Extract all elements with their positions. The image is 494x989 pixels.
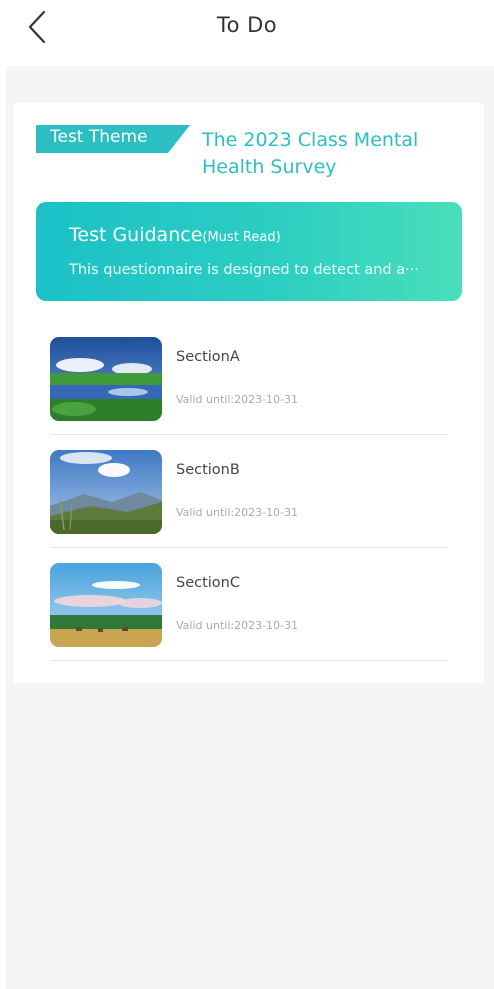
header-bar: To Do [0, 0, 494, 58]
section-valid-until: Valid until:2023-10-31 [176, 393, 299, 406]
section-valid-until: Valid until:2023-10-31 [176, 506, 299, 519]
section-name: SectionB [176, 462, 240, 478]
test-guidance-banner[interactable]: Test Guidance(Must Read) This questionna… [36, 202, 462, 301]
section-name: SectionA [176, 349, 240, 365]
section-thumbnail-mountain [50, 450, 162, 534]
page-title: To Do [216, 13, 278, 37]
theme-tag: Test Theme [36, 125, 190, 153]
list-item-section-a[interactable]: SectionA Valid until:2023-10-31 [50, 322, 448, 435]
section-thumbnail-lake [50, 337, 162, 421]
theme-title: The 2023 Class Mental Health Survey [202, 129, 419, 178]
list-item-section-c[interactable]: SectionC Valid until:2023-10-31 [50, 548, 448, 661]
guidance-title: Test Guidance(Must Read) [69, 224, 281, 246]
theme-tag-label: Test Theme [50, 127, 148, 147]
list-item-section-b[interactable]: SectionB Valid until:2023-10-31 [50, 435, 448, 548]
section-list: SectionA Valid until:2023-10-31 SectionB… [50, 322, 448, 661]
section-name: SectionC [176, 575, 240, 591]
guidance-text: This questionnaire is designed to detect… [69, 262, 419, 278]
section-valid-until: Valid until:2023-10-31 [176, 619, 299, 632]
guidance-title-main: Test Guidance [69, 224, 203, 246]
section-thumbnail-savanna [50, 563, 162, 647]
guidance-title-sub: (Must Read) [202, 230, 281, 245]
